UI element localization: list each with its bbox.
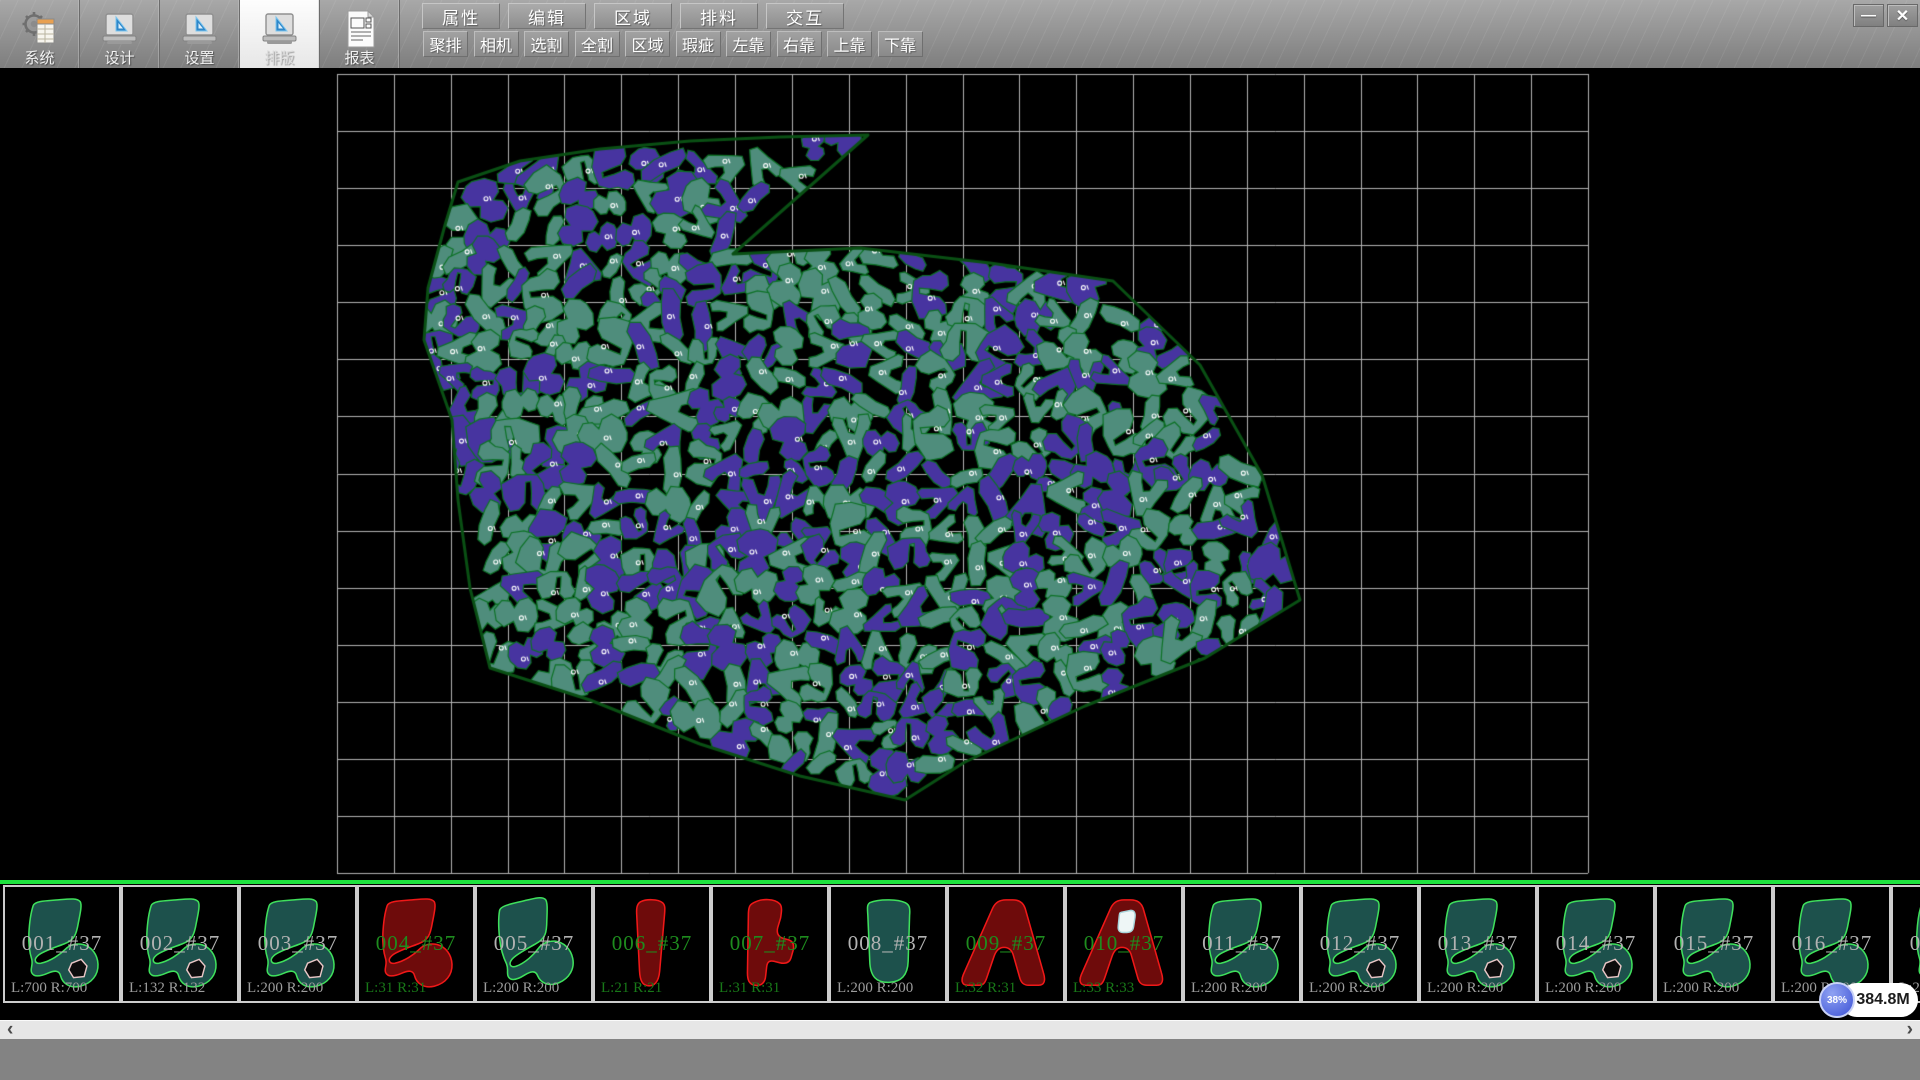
menu-tab-交互[interactable]: 交互: [766, 3, 844, 29]
thumbnail-cell-003_#37[interactable]: 003_#37 L:200 R:200: [239, 885, 357, 1003]
tool-button-右靠[interactable]: 右靠: [777, 31, 822, 57]
nesting-canvas[interactable]: [0, 68, 1920, 880]
thumbnail-strip: 001_#37 L:700 R:700 002_#37 L:132 R:132 …: [0, 880, 1920, 1020]
tool-button-下靠[interactable]: 下靠: [878, 31, 923, 57]
piece-shape-svg: [486, 890, 582, 998]
tool-button-选割[interactable]: 选割: [524, 31, 569, 57]
memory-value: 384.8M: [1856, 991, 1909, 1009]
tool-button-左靠[interactable]: 左靠: [726, 31, 771, 57]
layout-ruler-icon: [261, 9, 299, 49]
thumbnail-cells: 001_#37 L:700 R:700 002_#37 L:132 R:132 …: [3, 885, 1920, 1003]
main-button-报表[interactable]: 报表: [320, 0, 400, 68]
progress-value: 38%: [1827, 995, 1847, 1006]
report-document-icon: [341, 9, 379, 49]
piece-shape-svg: [722, 890, 818, 998]
thumbnail-cell-004_#37[interactable]: 004_#37 L:31 R:31: [357, 885, 475, 1003]
main-button-label: 系统: [24, 50, 54, 67]
close-icon: ✕: [1896, 6, 1909, 26]
progress-badge: 38%: [1819, 982, 1855, 1018]
thumbnail-cell-002_#37[interactable]: 002_#37 L:132 R:132: [121, 885, 239, 1003]
piece-shape-svg: [840, 890, 936, 998]
design-ruler-icon: [101, 9, 139, 49]
main-button-设计[interactable]: 设计: [80, 0, 160, 68]
system-gear-icon: [21, 9, 59, 49]
minimize-icon: —: [1861, 7, 1876, 24]
piece-shape-svg: [958, 890, 1054, 998]
thumbnail-cell-007_#37[interactable]: 007_#37 L:31 R:31: [711, 885, 829, 1003]
scroll-right-icon[interactable]: ›: [1907, 1019, 1913, 1041]
thumbnail-cell-014_#37[interactable]: 014_#37 L:200 R:200: [1537, 885, 1655, 1003]
thumbnail-cell-005_#37[interactable]: 005_#37 L:200 R:200: [475, 885, 593, 1003]
main-button-排版[interactable]: 排版: [240, 0, 320, 68]
toolbar: 系统 设计 设置 排版 报表 属性编辑区域排料交互聚排相机选割全割区域瑕疵左靠右…: [0, 0, 1920, 68]
main-button-label: 报表: [344, 50, 374, 67]
scroll-left-icon[interactable]: ‹: [7, 1019, 13, 1041]
main-button-系统[interactable]: 系统: [0, 0, 80, 68]
minimize-button[interactable]: —: [1853, 4, 1884, 27]
main-button-label: 设计: [104, 50, 134, 67]
thumbnail-cell-012_#37[interactable]: 012_#37 L:200 R:200: [1301, 885, 1419, 1003]
piece-shape-svg: [1076, 890, 1172, 998]
thumbnail-cell-015_#37[interactable]: 015_#37 L:200 R:200: [1655, 885, 1773, 1003]
piece-shape-svg: [368, 890, 464, 998]
menu-tab-属性[interactable]: 属性: [422, 3, 500, 29]
tool-button-区域[interactable]: 区域: [625, 31, 670, 57]
tool-button-全割[interactable]: 全割: [575, 31, 620, 57]
piece-shape-svg: [1430, 890, 1526, 998]
tool-button-上靠[interactable]: 上靠: [827, 31, 872, 57]
thumbnail-cell-013_#37[interactable]: 013_#37 L:200 R:200: [1419, 885, 1537, 1003]
piece-hole: [1118, 910, 1135, 932]
settings-ruler-icon: [181, 9, 219, 49]
piece-shape-svg: [14, 890, 110, 998]
menu-tab-区域[interactable]: 区域: [594, 3, 672, 29]
tool-button-相机[interactable]: 相机: [474, 31, 519, 57]
strip-accent-line: [0, 880, 1920, 884]
main-button-label: 设置: [184, 50, 214, 67]
piece-shape-svg: [1666, 890, 1762, 998]
piece-shape-svg: [1902, 890, 1920, 998]
tool-button-瑕疵[interactable]: 瑕疵: [676, 31, 721, 57]
main-button-设置[interactable]: 设置: [160, 0, 240, 68]
thumbnail-cell-011_#37[interactable]: 011_#37 L:200 R:200: [1183, 885, 1301, 1003]
piece-shape-svg: [132, 890, 228, 998]
piece-shape-svg: [1312, 890, 1408, 998]
thumbnail-cell-009_#37[interactable]: 009_#37 L:32 R:31: [947, 885, 1065, 1003]
thumbnail-cell-008_#37[interactable]: 008_#37 L:200 R:200: [829, 885, 947, 1003]
bottom-bar: [0, 1039, 1920, 1080]
thumbnail-cell-010_#37[interactable]: 010_#37 L:33 R:33: [1065, 885, 1183, 1003]
piece-shape-svg: [250, 890, 346, 998]
tool-button-聚排[interactable]: 聚排: [423, 31, 468, 57]
horizontal-scrollbar[interactable]: ‹ ›: [0, 1020, 1920, 1039]
menu-tab-编辑[interactable]: 编辑: [508, 3, 586, 29]
main-button-group: 系统 设计 设置 排版 报表: [0, 0, 400, 68]
piece-shape-svg: [604, 890, 700, 998]
main-button-label: 排版: [264, 50, 294, 67]
close-button[interactable]: ✕: [1887, 4, 1918, 27]
piece-shape-svg: [1194, 890, 1290, 998]
thumbnail-cell-001_#37[interactable]: 001_#37 L:700 R:700: [3, 885, 121, 1003]
thumbnail-cell-006_#37[interactable]: 006_#37 L:21 R:21: [593, 885, 711, 1003]
piece-shape-svg: [1548, 890, 1644, 998]
menu-tab-排料[interactable]: 排料: [680, 3, 758, 29]
